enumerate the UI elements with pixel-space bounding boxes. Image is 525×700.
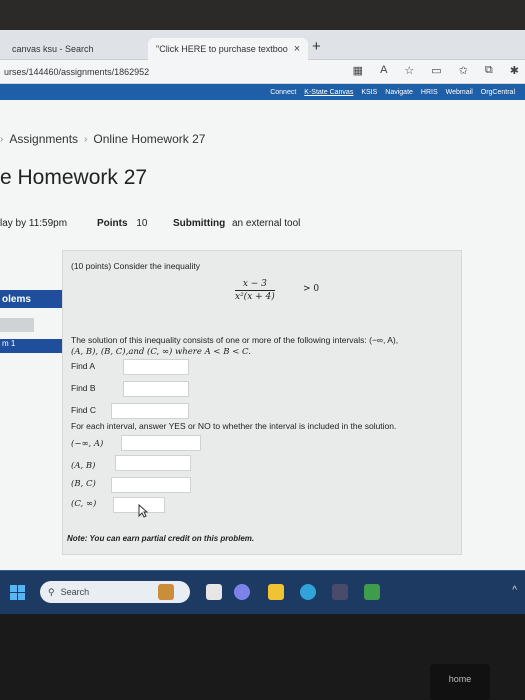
edge-browser-icon[interactable] [300, 584, 316, 600]
bookmark-connect[interactable]: Connect [270, 89, 296, 96]
bookmark-kstate-canvas[interactable]: K-State Canvas [304, 89, 353, 96]
read-aloud-icon[interactable]: A [380, 64, 387, 77]
fraction-numerator: x − 3 [235, 279, 275, 291]
bookmark-orgcentral[interactable]: OrgCentral [481, 89, 515, 96]
favorites-icon[interactable]: ✩ [459, 64, 468, 77]
page-title: e Homework 27 [0, 166, 148, 189]
widget-icon[interactable] [158, 584, 174, 600]
partial-credit-note: Note: You can earn partial credit on thi… [67, 534, 255, 543]
windows-start-icon[interactable] [10, 585, 25, 600]
inequality-relation: > 0 [303, 284, 320, 294]
browser-tab-bar: canvas ksu - Search × "Click HERE to pur… [0, 30, 525, 60]
laptop-keyboard-area: home [0, 614, 525, 700]
interval-label: (C, ∞) [71, 499, 97, 509]
bookmark-hris[interactable]: HRIS [421, 89, 438, 96]
breadcrumb-assignments[interactable]: Assignments [9, 132, 78, 146]
tab-purchase-textbook[interactable]: "Click HERE to purchase textboo × [148, 38, 309, 60]
find-c-label: Find C [71, 405, 97, 415]
file-explorer-icon[interactable] [268, 584, 284, 600]
interval-3-answer-input[interactable] [111, 477, 191, 493]
home-key: home [430, 664, 490, 700]
interval-1-answer-input[interactable] [121, 435, 201, 451]
interval-description-line1: The solution of this inequality consists… [71, 335, 399, 345]
submitting-info: Submitting an external tool [173, 218, 300, 229]
find-b-label: Find B [71, 383, 96, 393]
tab-label: canvas ksu - Search [12, 44, 94, 54]
bookmark-ksis[interactable]: KSIS [361, 89, 377, 96]
address-bar-icons: ▦ A ☆ ▭ ✩ ⧉ ✱ [353, 64, 519, 77]
address-bar[interactable]: urses/144460/assignments/1862952 ▦ A ☆ ▭… [0, 60, 525, 84]
star-icon[interactable]: ☆ [404, 64, 414, 77]
interval-2-answer-input[interactable] [115, 455, 191, 471]
app-icon[interactable] [364, 584, 380, 600]
bookmark-webmail[interactable]: Webmail [446, 89, 473, 96]
submitting-label: Submitting [173, 218, 226, 229]
interval-label: (B, C) [71, 479, 96, 489]
problem-intro: (10 points) Consider the inequality [71, 261, 200, 271]
url-text[interactable]: urses/144460/assignments/1862952 [4, 67, 149, 77]
breadcrumb-current[interactable]: Online Homework 27 [93, 132, 205, 146]
problems-header: olems [0, 290, 66, 308]
task-view-icon[interactable] [206, 584, 222, 600]
due-date: lay by 11:59pm [0, 218, 68, 229]
answer-b-input[interactable] [123, 381, 189, 397]
tray-overflow-icon[interactable]: ^ [512, 585, 517, 596]
bookmark-navigate[interactable]: Navigate [385, 89, 413, 96]
mouse-cursor-icon [138, 504, 148, 518]
answer-c-input[interactable] [111, 403, 189, 419]
teams-chat-icon[interactable] [234, 584, 250, 600]
tab-canvas-search[interactable]: canvas ksu - Search × [4, 38, 166, 60]
yes-no-instruction: For each interval, answer YES or NO to w… [71, 421, 397, 431]
new-tab-button[interactable]: + [312, 38, 321, 55]
grid-icon[interactable]: ▦ [353, 64, 363, 77]
points-value: 10 [136, 218, 148, 229]
problem-1-link[interactable]: m 1 [0, 339, 66, 353]
tab-label: "Click HERE to purchase textboo [156, 44, 288, 54]
points-info: Points 10 [97, 218, 147, 229]
sidebar-spacer [0, 318, 34, 332]
submitting-value: an external tool [232, 218, 301, 229]
points-label: Points [97, 218, 128, 229]
find-a-label: Find A [71, 361, 96, 371]
answer-a-input[interactable] [123, 359, 189, 375]
split-screen-icon[interactable]: ▭ [431, 64, 441, 77]
breadcrumb: › Assignments › Online Homework 27 [0, 132, 205, 146]
close-tab-icon[interactable]: × [294, 43, 300, 55]
canvas-page: › Assignments › Online Homework 27 e Hom… [0, 100, 525, 570]
problem-panel: (10 points) Consider the inequality x − … [62, 250, 462, 555]
search-placeholder: Search [60, 587, 90, 597]
search-icon: ⚲ [48, 586, 55, 597]
breadcrumb-separator: › [84, 133, 88, 145]
interval-label: (A, B) [71, 461, 96, 471]
bookmarks-bar: Connect K-State Canvas KSIS Navigate HRI… [0, 84, 525, 100]
collections-icon[interactable]: ⧉ [485, 64, 493, 77]
interval-label: (−∞, A) [71, 439, 104, 449]
inequality-fraction: x − 3 x²(x + 4) [235, 279, 275, 302]
interval-description-line2: (A, B), (B, C),and (C, ∞) where A < B < … [71, 347, 251, 357]
breadcrumb-separator: › [0, 133, 4, 145]
store-icon[interactable] [332, 584, 348, 600]
windows-taskbar: ⚲ Search ^ [0, 570, 525, 614]
extensions-icon[interactable]: ✱ [510, 64, 519, 77]
fraction-denominator: x²(x + 4) [235, 292, 275, 302]
